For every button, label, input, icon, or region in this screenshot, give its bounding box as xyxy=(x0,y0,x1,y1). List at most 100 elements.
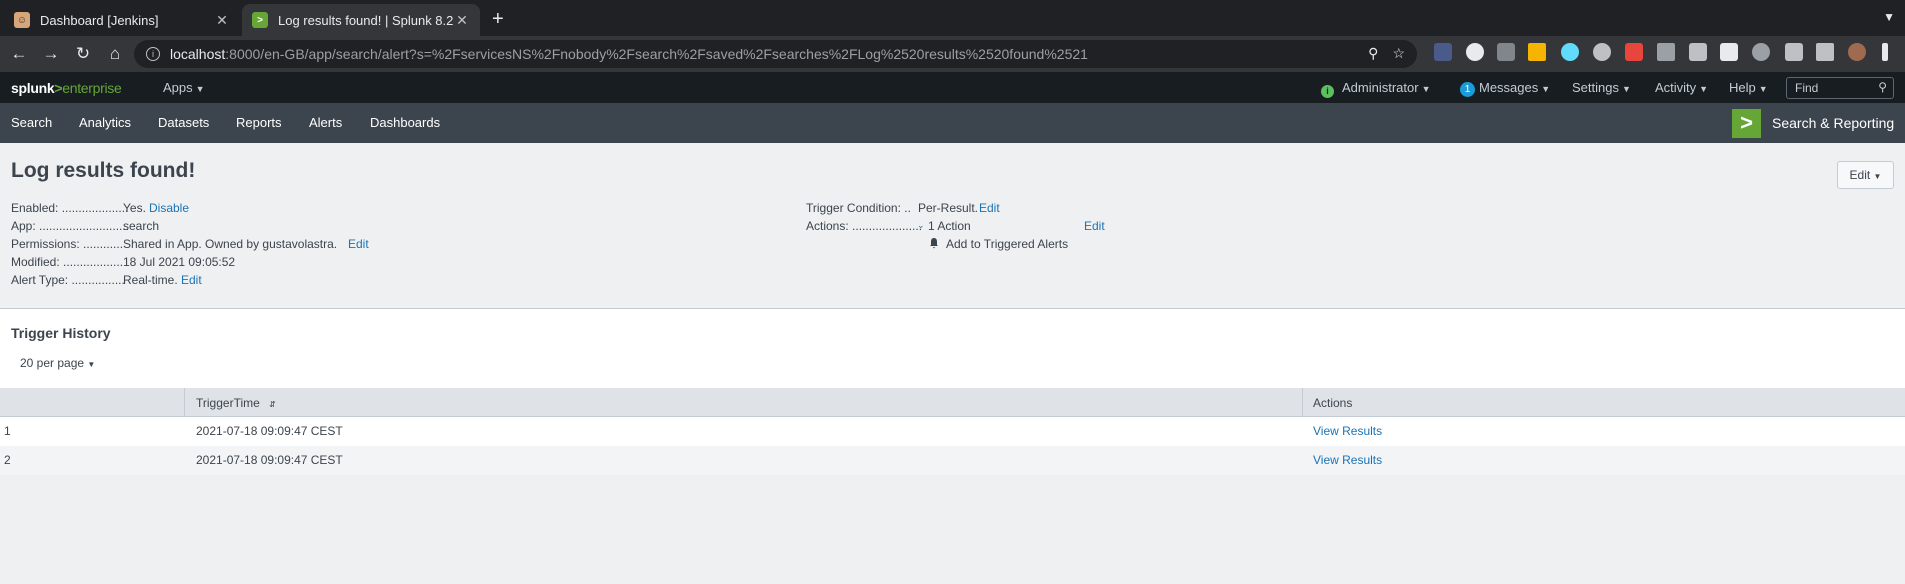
nav-alerts[interactable]: Alerts xyxy=(309,115,342,130)
apps-menu[interactable]: Apps ▼ xyxy=(163,80,205,95)
table-row: 1 2021-07-18 09:09:47 CEST View Results xyxy=(0,417,1905,446)
trigger-time-cell: 2021-07-18 09:09:47 CEST xyxy=(196,424,343,438)
address-bar[interactable]: i localhost:8000/en-GB/app/search/alert?… xyxy=(134,40,1417,68)
browser-tab-splunk[interactable]: > Log results found! | Splunk 8.2 ✕ xyxy=(242,4,480,36)
caret-down-icon: ▼ xyxy=(1699,84,1709,94)
permissions-edit-link[interactable]: Edit xyxy=(348,237,369,251)
home-icon[interactable]: ⌂ xyxy=(102,44,128,64)
activity-menu[interactable]: Activity ▼ xyxy=(1655,80,1708,95)
browser-tab-jenkins[interactable]: ☺ Dashboard [Jenkins] ✕ xyxy=(4,4,240,36)
caret-down-icon: ▼ xyxy=(1421,84,1431,94)
new-tab-icon[interactable]: + xyxy=(492,8,504,31)
actions-edit-link[interactable]: Edit xyxy=(1084,219,1105,233)
chevron-down-icon[interactable]: ⌄ xyxy=(917,220,925,231)
disable-link[interactable]: Disable xyxy=(149,201,189,215)
view-results-link[interactable]: View Results xyxy=(1313,453,1382,467)
modified-value: 18 Jul 2021 09:05:52 xyxy=(123,255,236,269)
per-page-dropdown[interactable]: 20 per page ▼ xyxy=(20,356,95,370)
close-tab-icon[interactable]: ✕ xyxy=(214,12,230,29)
permissions-field: Permissions: ............ Shared in App.… xyxy=(11,237,369,251)
splunk-header: splunk>enterprise Apps ▼ i Administrator ▼ … xyxy=(0,72,1905,103)
tab-title: Dashboard [Jenkins] xyxy=(40,12,159,28)
extension-drive-icon[interactable] xyxy=(1528,43,1546,61)
extension-v-icon[interactable] xyxy=(1657,43,1675,61)
enabled-field: Enabled: .................... Yes. Disab… xyxy=(11,201,190,215)
extension-red-icon[interactable] xyxy=(1625,43,1643,61)
nav-reports[interactable]: Reports xyxy=(236,115,282,130)
back-icon[interactable]: ← xyxy=(6,44,32,64)
column-header-triggertime[interactable]: TriggerTime ⇵ xyxy=(196,396,276,410)
splunk-logo[interactable]: splunk>enterprise xyxy=(11,80,122,96)
extension-react-icon[interactable] xyxy=(1561,43,1579,61)
extensions-puzzle-icon[interactable] xyxy=(1785,43,1803,61)
user-menu[interactable]: i Administrator ▼ xyxy=(1321,80,1431,98)
messages-count-badge: 1 xyxy=(1460,82,1475,97)
caret-down-icon: ▼ xyxy=(87,360,96,369)
site-info-icon[interactable]: i xyxy=(146,47,160,61)
trigger-time-cell: 2021-07-18 09:09:47 CEST xyxy=(196,453,343,467)
permissions-value: Shared in App. Owned by gustavolastra. xyxy=(123,237,338,251)
column-header-actions: Actions xyxy=(1313,396,1353,410)
nav-search[interactable]: Search xyxy=(11,115,52,130)
extension-ublock-icon[interactable] xyxy=(1497,43,1515,61)
reading-list-icon[interactable] xyxy=(1816,43,1834,61)
browser-tab-bar: ☺ Dashboard [Jenkins] ✕ > Log results fo… xyxy=(0,0,1905,36)
extension-link-icon[interactable] xyxy=(1689,43,1707,61)
action-item-triggered-alerts: Add to Triggered Alerts xyxy=(928,237,1068,251)
trigger-condition-value: Per-Result. xyxy=(918,201,979,215)
trigger-condition-edit-link[interactable]: Edit xyxy=(979,201,1000,215)
browser-menu-icon[interactable] xyxy=(1882,43,1888,61)
alert-type-field: Alert Type: ................ Real-time. … xyxy=(11,273,202,287)
url-text[interactable]: localhost:8000/en-GB/app/search/alert?s=… xyxy=(170,46,1088,62)
actions-field: Actions: ..................... ⌄ 1 Actio… xyxy=(806,219,1105,233)
alert-type-edit-link[interactable]: Edit xyxy=(181,273,202,287)
bookmark-star-icon[interactable]: ☆ xyxy=(1392,45,1405,62)
reload-icon[interactable]: ↻ xyxy=(70,44,96,64)
health-status-icon: i xyxy=(1321,85,1334,98)
column-separator xyxy=(1302,388,1303,417)
jenkins-favicon-icon: ☺ xyxy=(14,12,30,28)
actions-count: 1 Action xyxy=(928,219,971,233)
find-input[interactable]: Find ⚲ xyxy=(1786,77,1894,99)
extension-notion-icon[interactable] xyxy=(1720,43,1738,61)
profile-avatar[interactable] xyxy=(1848,43,1866,61)
caret-down-icon: ▼ xyxy=(1758,84,1768,94)
extension-g-icon[interactable] xyxy=(1466,43,1484,61)
zoom-icon[interactable]: ⚲ xyxy=(1368,45,1378,62)
table-header: TriggerTime ⇵ Actions xyxy=(0,388,1905,417)
enabled-value: Yes. xyxy=(123,201,146,215)
page-title: Log results found! xyxy=(11,159,196,182)
nav-dashboards[interactable]: Dashboards xyxy=(370,115,440,130)
browser-toolbar: ← → ↻ ⌂ i localhost:8000/en-GB/app/searc… xyxy=(0,36,1905,72)
column-separator xyxy=(184,388,185,417)
trigger-history-table: TriggerTime ⇵ Actions 1 2021-07-18 09:09… xyxy=(0,388,1905,475)
close-tab-icon[interactable]: ✕ xyxy=(454,12,470,29)
caret-down-icon: ▼ xyxy=(1873,172,1882,181)
view-results-link[interactable]: View Results xyxy=(1313,424,1382,438)
trigger-condition-field: Trigger Condition: .. Per-Result. Edit xyxy=(806,201,1000,215)
caret-down-icon: ▼ xyxy=(1621,84,1631,94)
app-value: search xyxy=(123,219,160,233)
row-index: 2 xyxy=(4,453,11,467)
modified-field: Modified: .................. 18 Jul 2021… xyxy=(11,255,236,269)
trigger-history-title: Trigger History xyxy=(11,325,111,341)
app-logo-icon[interactable]: > xyxy=(1732,109,1761,138)
messages-menu[interactable]: 1 Messages ▼ xyxy=(1460,80,1550,97)
extension-circle-icon[interactable] xyxy=(1752,43,1770,61)
extension-dots-icon[interactable] xyxy=(1434,43,1452,61)
help-menu[interactable]: Help ▼ xyxy=(1729,80,1768,95)
app-title[interactable]: Search & Reporting xyxy=(1772,115,1894,131)
tab-search-icon[interactable]: ▼ xyxy=(1883,10,1895,24)
extension-target-icon[interactable] xyxy=(1593,43,1611,61)
caret-down-icon: ▼ xyxy=(1541,84,1551,94)
row-index: 1 xyxy=(4,424,11,438)
settings-menu[interactable]: Settings ▼ xyxy=(1572,80,1631,95)
splunk-favicon-icon: > xyxy=(252,12,268,28)
search-icon: ⚲ xyxy=(1878,80,1887,94)
nav-analytics[interactable]: Analytics xyxy=(79,115,131,130)
tab-title: Log results found! | Splunk 8.2 xyxy=(278,12,454,28)
nav-datasets[interactable]: Datasets xyxy=(158,115,209,130)
trigger-history-panel: Trigger History 20 per page ▼ xyxy=(0,309,1905,389)
forward-icon[interactable]: → xyxy=(38,44,64,64)
edit-button[interactable]: Edit ▼ xyxy=(1837,161,1894,189)
